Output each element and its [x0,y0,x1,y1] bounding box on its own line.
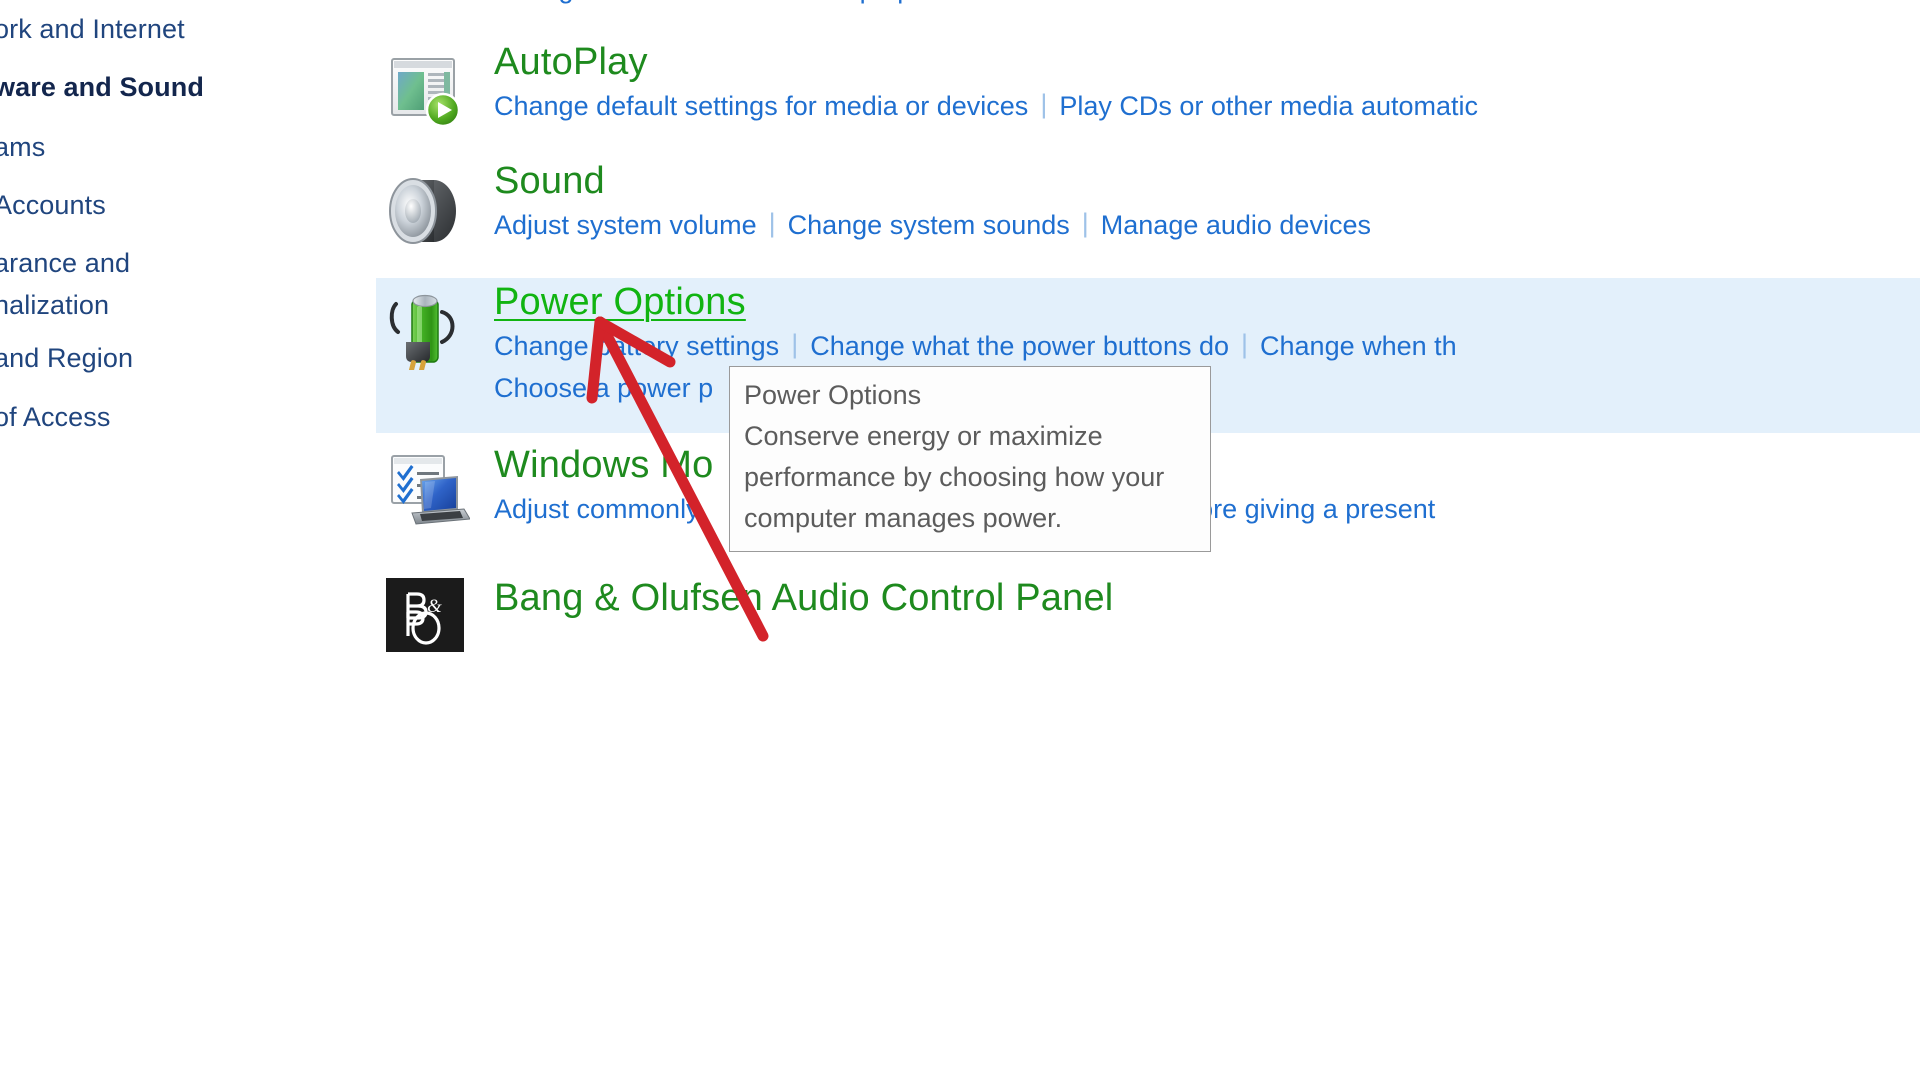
link-adjust-system-volume[interactable]: Adjust system volume [494,210,757,240]
category-links-autoplay: Change default settings for media or dev… [494,87,1920,127]
category-row-sound: Sound Adjust system volume | Change system… [376,159,1920,267]
tooltip-body-line-1: Conserve energy or maximize [744,421,1103,452]
bang-olufsen-logo-icon: & [386,578,464,652]
link-change-default-settings[interactable]: Change default settings for media or dev… [494,91,1028,121]
category-row-autoplay: AutoPlay Change default settings for med… [376,40,1920,148]
link-change-system-sounds[interactable]: Change system sounds [788,210,1070,240]
power-battery-plug-icon [386,286,470,370]
mobility-center-icon [386,449,470,533]
category-row-bang-olufsen: & Bang & Olufsen Audio Control Panel [376,572,1920,652]
link-separator: | [1241,328,1249,359]
link-separator: | [791,328,799,359]
link-separator: | [1040,88,1048,119]
category-title-bang-olufsen[interactable]: Bang & Olufsen Audio Control Panel [494,576,1920,621]
link-separator: | [768,207,776,238]
tooltip-body-line-3: computer manages power. [744,503,1063,534]
link-play-cds[interactable]: Play CDs or other media automatic [1059,91,1478,121]
windows-to-go-startup-link[interactable]: Change Windows To Go startup options [494,0,969,5]
category-title-autoplay[interactable]: AutoPlay [494,40,1920,85]
link-change-when-computer-sleeps[interactable]: Change when th [1260,331,1457,361]
link-change-battery-settings[interactable]: Change battery settings [494,331,779,361]
category-title-power-options[interactable]: Power Options [494,280,1920,325]
category-links-power-options-line1: Change battery settings | Change what the … [494,327,1920,367]
autoplay-icon [386,50,470,134]
sound-speaker-icon [386,169,470,253]
link-choose-a-power-plan[interactable]: Choose a power p [494,373,713,403]
link-manage-audio-devices[interactable]: Manage audio devices [1101,210,1371,240]
link-adjust-commonly-used-settings[interactable]: Adjust commonly [494,494,700,524]
power-options-tooltip: Power Options Conserve energy or maximiz… [729,366,1211,553]
category-title-sound[interactable]: Sound [494,159,1920,204]
link-separator: | [1081,207,1089,238]
tooltip-body-line-2: performance by choosing how your [744,462,1165,493]
tooltip-title: Power Options [744,380,922,410]
link-change-power-buttons[interactable]: Change what the power buttons do [810,331,1229,361]
category-links-sound: Adjust system volume | Change system sound… [494,206,1920,246]
